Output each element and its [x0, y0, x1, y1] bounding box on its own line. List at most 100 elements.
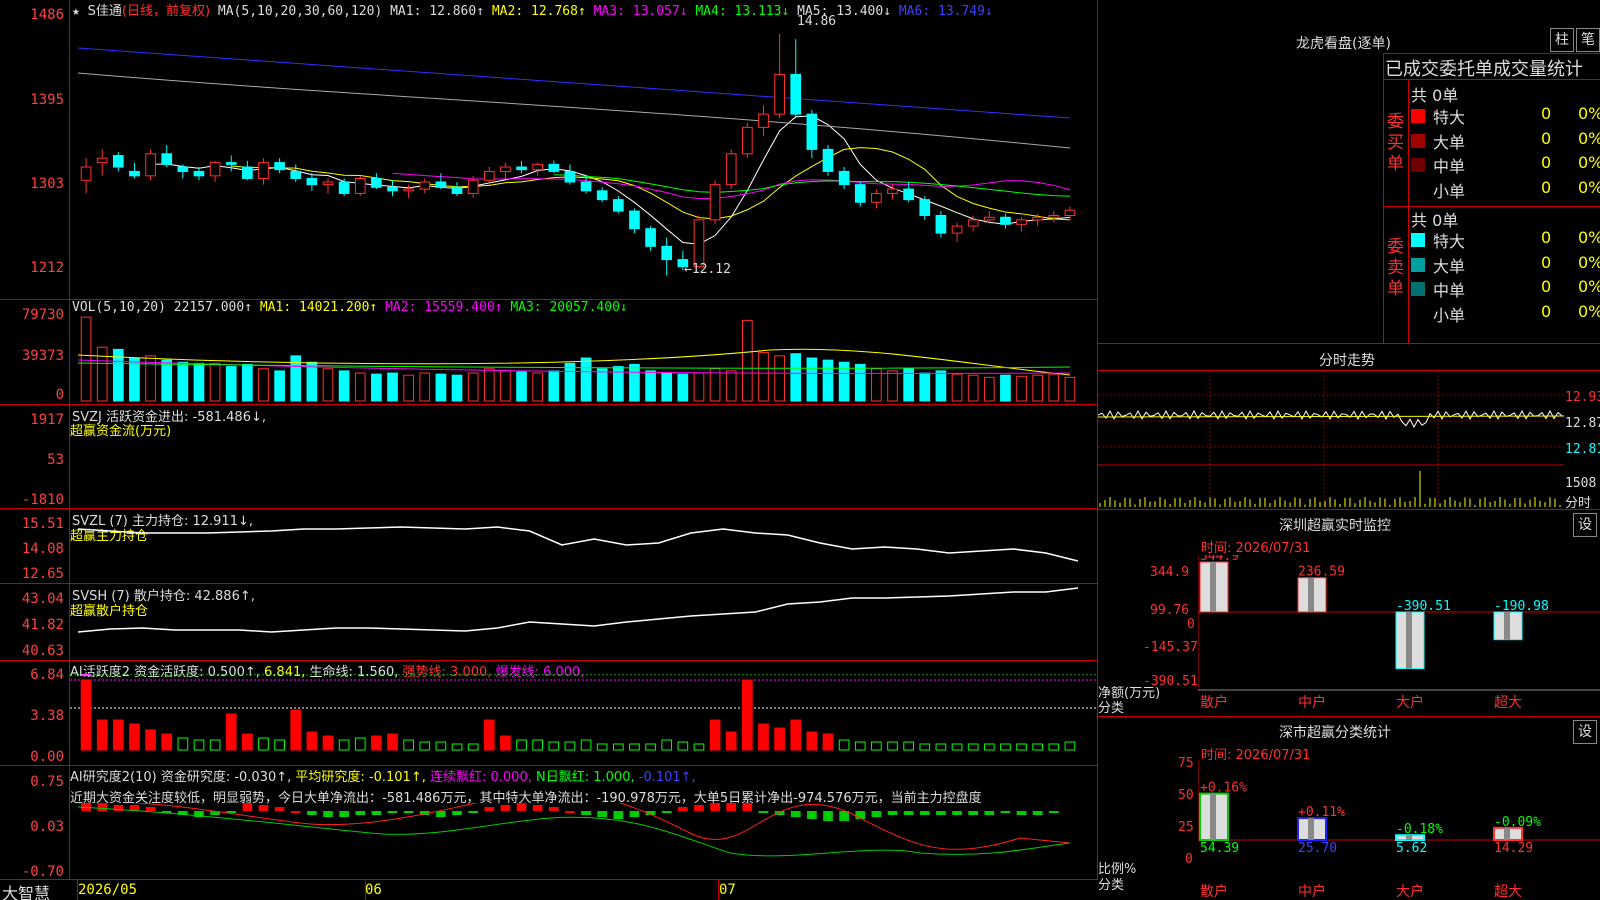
szc-bar-shade-0	[1210, 793, 1216, 840]
volume-bar	[822, 359, 834, 402]
activity-bar	[1032, 743, 1044, 751]
brand-logo: 大智慧	[2, 884, 51, 900]
volume-bar	[887, 370, 898, 402]
vol-ma3: MA3: 20057.400↓	[510, 300, 628, 315]
activity-bar	[903, 741, 914, 751]
favorite-star-icon[interactable]: ★	[72, 4, 80, 19]
intraday-chart[interactable]	[1098, 371, 1564, 507]
buy-total: 共 0单	[1411, 86, 1459, 105]
sz-bar-shade-0	[1210, 562, 1216, 612]
volume-bar	[161, 359, 173, 402]
flow-bar	[161, 454, 172, 460]
candle-body	[258, 162, 269, 179]
svzl-ytick-0: 15.51	[21, 516, 64, 532]
sell-row-name: 大单	[1433, 256, 1466, 276]
sz-monitor-settings-button[interactable]: 设	[1573, 513, 1597, 537]
candlestick-chart[interactable]	[70, 18, 1096, 298]
volume-bar	[1048, 373, 1060, 402]
szc-category-3: 超大	[1494, 884, 1522, 900]
activity-bar	[177, 737, 189, 751]
szc-bar-change-3: -0.09%	[1494, 815, 1541, 830]
money-flow-chart[interactable]	[70, 430, 1096, 507]
kline-panel[interactable]: ★ S佳通(日线，前复权) MA(5,10,20,30,60,120) MA1:…	[0, 0, 1098, 880]
flow-bar	[113, 450, 124, 454]
volume-bar	[209, 362, 221, 402]
szc-bar-change-1: +0.11%	[1298, 805, 1345, 820]
research-chart[interactable]	[70, 803, 1096, 879]
volume-bar	[419, 372, 431, 402]
high-price-label: 14.86	[797, 14, 837, 29]
sz-ytick-3: -145.37	[1143, 640, 1198, 655]
flow-bar	[1065, 454, 1075, 462]
flow-bar	[984, 454, 995, 456]
lhb-title: 龙虎看盘(逐单)	[1296, 36, 1391, 52]
candle-body	[645, 228, 656, 247]
sz-class-chart[interactable]: +0.16% 54.39 散户 +0.11% 25.70 中户 -0.18% 5.62 大户 -0…	[1198, 760, 1600, 900]
candle-body	[419, 181, 431, 190]
flow-bar	[548, 454, 559, 456]
ma-params: MA(5,10,20,30,60,120)	[217, 4, 383, 19]
activity-bar	[612, 743, 624, 751]
ai2-nday: N日飘红: 1.000,	[536, 770, 635, 785]
volume-chart[interactable]	[70, 315, 1096, 403]
ai1-ytick-0: 6.84	[30, 667, 64, 683]
candle-body	[903, 188, 914, 201]
research-bar	[661, 811, 672, 813]
volume-bar	[322, 368, 334, 402]
main-holding-chart[interactable]	[70, 509, 1096, 582]
activity-bar	[532, 739, 544, 751]
research-bar	[1000, 811, 1011, 813]
flow-bar	[839, 454, 849, 462]
activity-bar	[935, 743, 947, 751]
volume-bar	[790, 353, 802, 402]
sz-monitor-title: 深圳超赢实时监控	[1279, 518, 1391, 534]
sz-bar-label-3: -190.98	[1494, 599, 1549, 614]
svzj-ytick-0: 1917	[30, 412, 64, 428]
candle-body	[1032, 216, 1044, 221]
flow-bar	[1000, 454, 1011, 456]
volume-bar	[677, 373, 689, 402]
candle-body	[822, 148, 834, 172]
candle-body	[242, 166, 253, 179]
research-bar	[758, 811, 769, 813]
activity-bar	[193, 739, 205, 751]
research-bar	[290, 811, 301, 813]
szc-bar-value-0: 54.39	[1200, 841, 1239, 856]
bar-mode-button[interactable]: 柱	[1550, 28, 1574, 52]
sz-ytick-0: 344.9	[1150, 565, 1190, 580]
research-bar	[1048, 811, 1059, 813]
retail-holding-chart[interactable]	[70, 584, 1096, 659]
period-label[interactable]: (日线，前复权)	[122, 4, 210, 19]
flow-bar	[419, 454, 430, 456]
volume-bar	[1016, 375, 1027, 402]
ai1-ytick-1: 3.38	[30, 708, 64, 724]
candle-body	[967, 219, 979, 227]
research-bar	[936, 811, 946, 815]
activity-bar	[435, 741, 447, 751]
activity-bar	[403, 739, 414, 751]
activity-bar	[483, 719, 495, 751]
research-bar	[565, 811, 575, 813]
candle-body	[854, 184, 866, 203]
flow-bar	[1032, 454, 1043, 456]
ai2-avg: 平均研究度: -0.101↑,	[295, 770, 426, 785]
flow-bar	[307, 454, 317, 472]
activity-bar	[580, 739, 592, 751]
flow-bar	[258, 446, 269, 454]
sell-side-label: 委卖单	[1387, 237, 1404, 299]
activity-chart[interactable]	[70, 674, 1096, 764]
candle-body	[774, 73, 785, 115]
candle-body	[935, 214, 947, 234]
volume-bar	[274, 370, 285, 402]
sz-class-settings-button[interactable]: 设	[1573, 720, 1597, 744]
sz-monitor-chart[interactable]: 344.9 散户 236.59 中户 -390.51 大户 -190.98 超大	[1198, 555, 1600, 715]
activity-bar	[209, 739, 221, 751]
flow-bar	[242, 438, 253, 454]
fenshi-title[interactable]: 分时走势	[1319, 350, 1375, 370]
volume-bar	[532, 372, 544, 402]
buy-row-val: 0	[1541, 128, 1552, 148]
tick-mode-button[interactable]: 笔	[1576, 28, 1600, 52]
buy-row-pct: 0%	[1578, 128, 1600, 148]
svzj-ytick-1: 53	[47, 452, 64, 468]
low-price-label: ←12.12	[684, 262, 731, 277]
